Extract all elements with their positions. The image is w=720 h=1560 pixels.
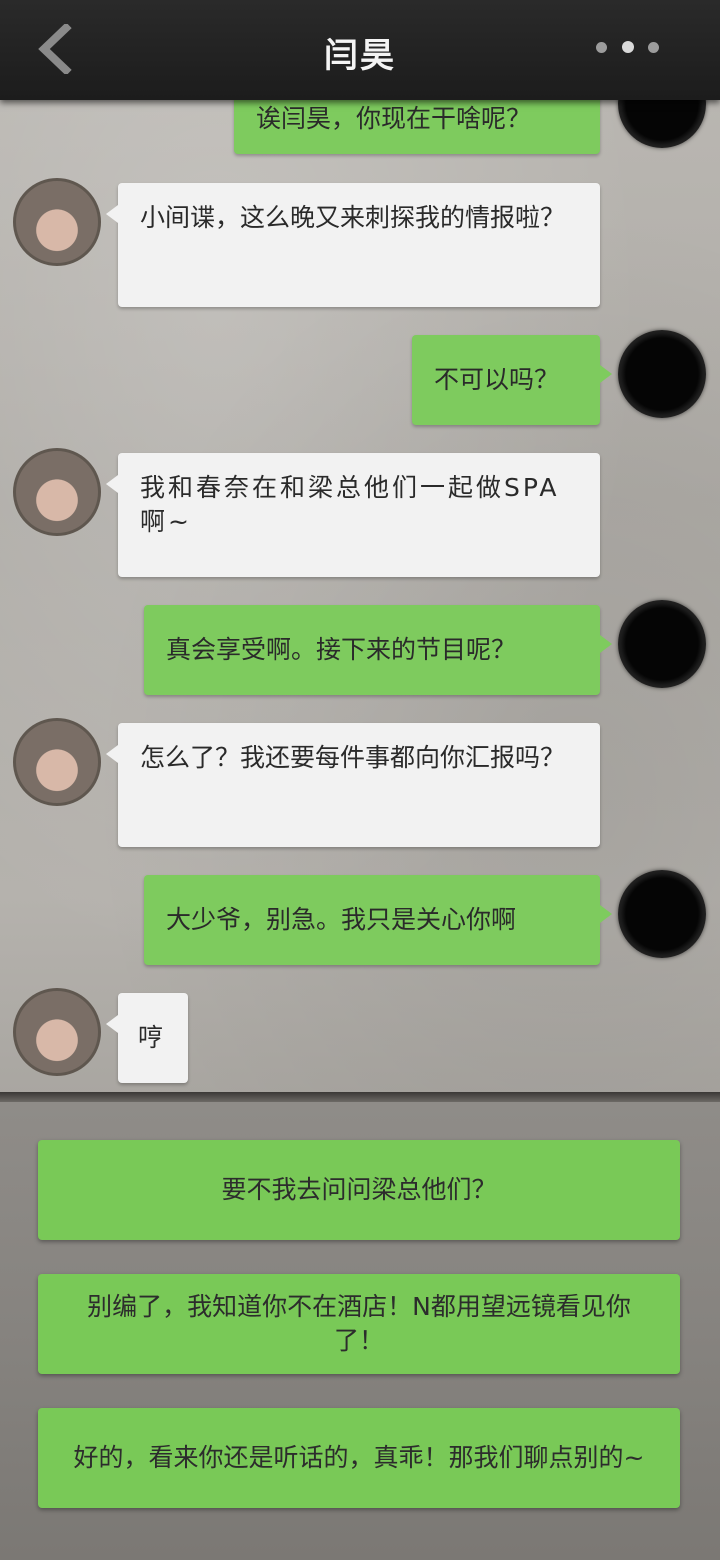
npc-message: 小间谍，这么晚又来刺探我的情报啦？	[106, 183, 600, 307]
message-text: 不可以吗？	[434, 365, 560, 394]
npc-avatar[interactable]	[13, 178, 101, 266]
message-text: 我和春奈在和梁总他们一起做SPA啊~	[140, 473, 560, 536]
player-avatar[interactable]	[618, 100, 706, 148]
npc-message: 怎么了？我还要每件事都向你汇报吗？	[106, 723, 600, 847]
npc-message: 哼	[106, 993, 188, 1083]
message-text: 哼	[138, 1023, 164, 1052]
reply-choice-button[interactable]: 要不我去问问梁总他们？	[38, 1140, 680, 1240]
message-text: 小间谍，这么晚又来刺探我的情报啦？	[140, 203, 566, 232]
npc-avatar[interactable]	[13, 988, 101, 1076]
message-text: 怎么了？我还要每件事都向你汇报吗？	[140, 743, 566, 772]
message-text: 诶闫昊，你现在干啥呢？	[256, 104, 532, 133]
reply-choices-panel: 要不我去问问梁总他们？ 别编了，我知道你不在酒店！N都用望远镜看见你了！ 好的，…	[0, 1102, 720, 1560]
player-message: 大少爷，别急。我只是关心你啊	[144, 875, 612, 965]
npc-avatar[interactable]	[13, 448, 101, 536]
npc-avatar[interactable]	[13, 718, 101, 806]
chat-area[interactable]: 诶闫昊，你现在干啥呢？ 小间谍，这么晚又来刺探我的情报啦？ 不可以吗？ 我和春奈…	[0, 100, 720, 1096]
message-text: 真会享受啊。接下来的节目呢？	[166, 635, 517, 664]
choice-text: 别编了，我知道你不在酒店！N都用望远镜看见你了！	[87, 1292, 631, 1355]
player-avatar[interactable]	[618, 870, 706, 958]
top-bar: 闫昊	[0, 0, 720, 100]
player-avatar[interactable]	[618, 330, 706, 418]
more-dots-icon[interactable]	[588, 38, 668, 58]
npc-message: 我和春奈在和梁总他们一起做SPA啊~	[106, 453, 600, 577]
player-message: 诶闫昊，你现在干啥呢？	[234, 100, 600, 154]
reply-choice-button[interactable]: 好的，看来你还是听话的，真乖！那我们聊点别的~	[38, 1408, 680, 1508]
player-message: 不可以吗？	[412, 335, 612, 425]
choice-text: 好的，看来你还是听话的，真乖！那我们聊点别的~	[73, 1443, 645, 1472]
player-message: 真会享受啊。接下来的节目呢？	[144, 605, 612, 695]
panel-divider	[0, 1092, 720, 1102]
message-text: 大少爷，别急。我只是关心你啊	[166, 905, 517, 934]
choice-text: 要不我去问问梁总他们？	[221, 1175, 497, 1204]
reply-choice-button[interactable]: 别编了，我知道你不在酒店！N都用望远镜看见你了！	[38, 1274, 680, 1374]
player-avatar[interactable]	[618, 600, 706, 688]
